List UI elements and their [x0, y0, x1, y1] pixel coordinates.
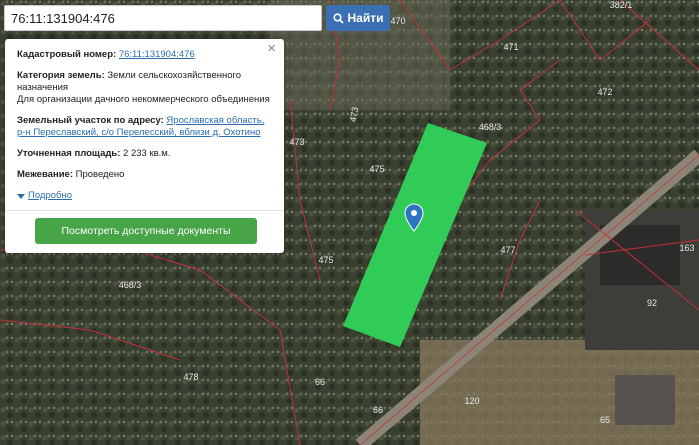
cadastral-link[interactable]: 76:11:131904:476	[119, 49, 195, 60]
parcel-number-label: 471	[503, 42, 518, 52]
parcel-number-label: 468/3	[479, 122, 502, 132]
more-link[interactable]: Подробно	[17, 190, 274, 202]
triangle-down-icon	[17, 193, 25, 199]
survey-value: Проведено	[75, 169, 125, 180]
parcel-number-label: 65	[600, 415, 610, 425]
cadastral-label: Кадастровый номер:	[17, 49, 117, 60]
parcel-number-label: 477	[500, 245, 515, 255]
cadastral-row: Кадастровый номер: 76:11:131904:476	[17, 49, 274, 61]
survey-row: Межевание: Проведено	[17, 169, 274, 181]
parcel-number-label: 66	[315, 377, 325, 387]
parcel-number-label: 120	[464, 396, 479, 406]
address-label: Земельный участок по адресу:	[17, 115, 164, 126]
category-row: Категория земель: Земли сельскохозяйстве…	[17, 70, 274, 106]
more-label[interactable]: Подробно	[28, 190, 72, 202]
parcel-number-label: 475	[318, 255, 333, 265]
view-documents-button[interactable]: Посмотреть доступные документы	[35, 218, 257, 244]
close-icon[interactable]: ×	[267, 41, 276, 56]
parcel-number-label: 470	[390, 16, 405, 26]
purpose-value: Для организации дачного некоммерческого …	[17, 94, 270, 105]
search-input[interactable]	[4, 5, 322, 31]
divider	[5, 210, 284, 211]
parcel-number-label: 468/3	[119, 280, 142, 290]
category-label: Категория земель:	[17, 70, 105, 81]
area-label: Уточненная площадь:	[17, 148, 121, 159]
survey-label: Межевание:	[17, 169, 73, 180]
search-icon	[332, 12, 344, 24]
search-button[interactable]: Найти	[326, 5, 390, 31]
address-link-2[interactable]: р-н Переславский, с/о Перелесский, вблиз…	[17, 127, 261, 138]
parcel-number-label: 475	[369, 164, 384, 174]
parcel-number-label: 472	[597, 87, 612, 97]
parcel-info-popup: × Кадастровый номер: 76:11:131904:476 Ка…	[5, 39, 284, 253]
address-row: Земельный участок по адресу: Ярославская…	[17, 115, 274, 139]
parcel-number-label: 163	[679, 243, 694, 253]
parcel-number-label: 473	[289, 137, 304, 147]
parcel-number-label: 478	[183, 372, 198, 382]
address-link[interactable]: Ярославская область,	[166, 115, 264, 126]
building-small	[615, 375, 675, 425]
area-row: Уточненная площадь: 2 233 кв.м.	[17, 148, 274, 160]
parcel-number-label: 66	[373, 405, 383, 415]
parcel-number-label: 382/1	[610, 0, 633, 10]
parcel-number-label: 92	[647, 298, 657, 308]
search-button-label: Найти	[347, 11, 384, 25]
area-value: 2 233 кв.м.	[123, 148, 171, 159]
